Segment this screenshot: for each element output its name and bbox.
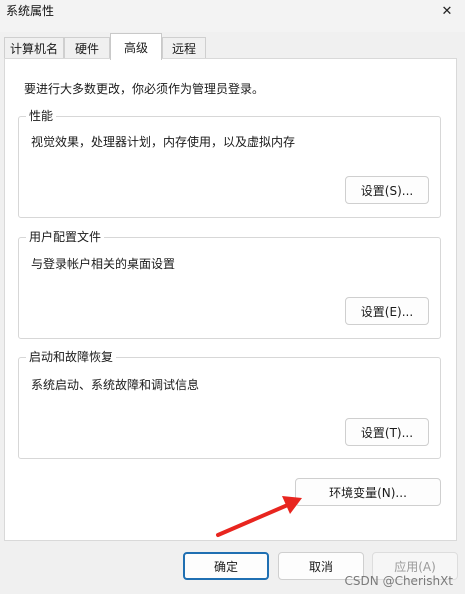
- tab-label: 远程: [171, 42, 196, 56]
- close-button[interactable]: ✕: [429, 0, 465, 22]
- group-startup-recovery: 启动和故障恢复 系统启动、系统故障和调试信息 设置(T)...: [18, 349, 441, 459]
- group-title-startup-recovery: 启动和故障恢复: [26, 349, 117, 365]
- profile-settings-button[interactable]: 设置(E)...: [345, 297, 429, 325]
- group-desc-startup-recovery: 系统启动、系统故障和调试信息: [31, 378, 200, 392]
- environment-variables-button[interactable]: 环境变量(N)...: [295, 478, 441, 506]
- ok-button[interactable]: 确定: [183, 552, 269, 580]
- tab-hardware[interactable]: 硬件: [64, 37, 110, 59]
- performance-settings-button[interactable]: 设置(S)...: [345, 176, 429, 204]
- title-bar: 系统属性 ✕: [0, 0, 465, 32]
- tab-label: 计算机名: [9, 42, 58, 56]
- group-desc-performance: 视觉效果，处理器计划，内存使用，以及虚拟内存: [31, 135, 296, 149]
- group-title-performance: 性能: [26, 108, 57, 124]
- admin-notice: 要进行大多数更改，你必须作为管理员登录。: [24, 82, 265, 96]
- group-user-profile: 用户配置文件 与登录帐户相关的桌面设置 设置(E)...: [18, 229, 441, 339]
- tab-remote[interactable]: 远程: [162, 37, 206, 59]
- tab-advanced[interactable]: 高级: [110, 33, 162, 60]
- tab-computer-name[interactable]: 计算机名: [4, 37, 64, 59]
- group-performance: 性能 视觉效果，处理器计划，内存使用，以及虚拟内存 设置(S)...: [18, 108, 441, 218]
- watermark: CSDN @CherishXt: [344, 574, 453, 588]
- group-title-user-profile: 用户配置文件: [26, 229, 105, 245]
- tab-label: 硬件: [74, 42, 99, 56]
- group-desc-user-profile: 与登录帐户相关的桌面设置: [31, 257, 176, 271]
- close-icon: ✕: [441, 3, 453, 19]
- red-arrow-annotation: [216, 496, 302, 537]
- window-title: 系统属性: [6, 4, 55, 18]
- tab-label: 高级: [123, 40, 148, 55]
- startup-settings-button[interactable]: 设置(T)...: [345, 418, 429, 446]
